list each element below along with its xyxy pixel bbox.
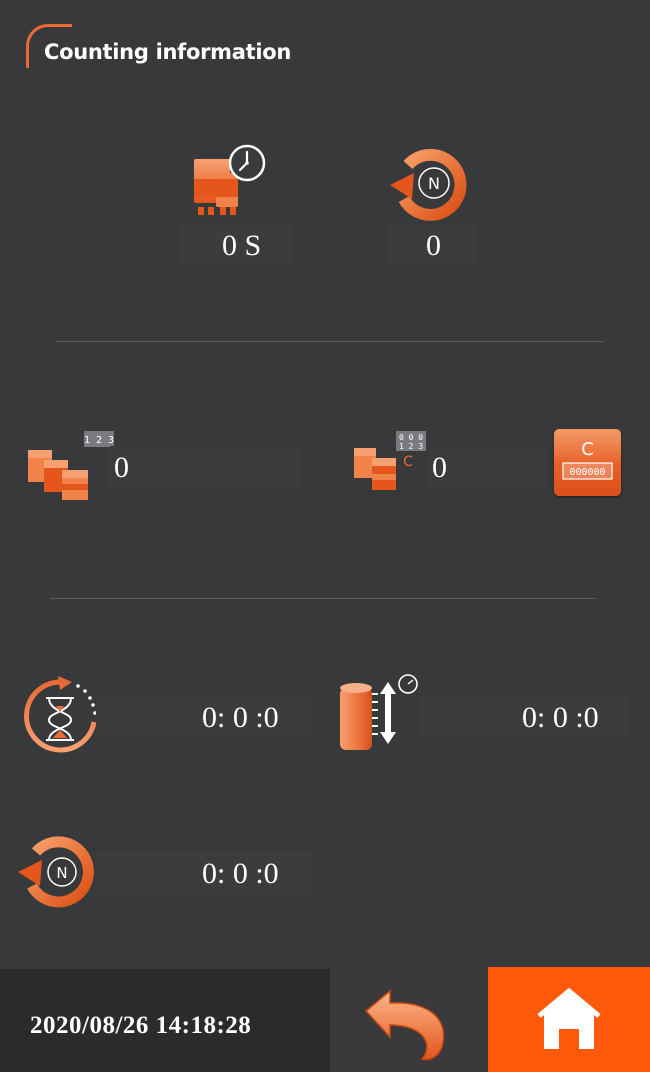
cycle-count-field: 0 xyxy=(388,224,478,266)
home-button[interactable] xyxy=(488,967,650,1072)
run-time-field: 0: 0 :0 xyxy=(96,852,312,894)
film-roll-icon xyxy=(340,674,418,750)
back-button[interactable] xyxy=(350,985,460,1065)
home-icon xyxy=(537,987,601,1049)
divider xyxy=(56,341,604,342)
products-reset-counter-icon: 0 0 0 1 2 3 C xyxy=(354,431,426,490)
reset-glyph: C xyxy=(581,439,594,460)
product-resettable-field: 0 xyxy=(428,446,548,488)
svg-text:N: N xyxy=(428,174,440,193)
roll-time-field: 0: 0 :0 xyxy=(420,696,630,738)
products-counter-icon: 1 2 3 xyxy=(28,431,114,500)
svg-text:0 0 0: 0 0 0 xyxy=(399,433,423,442)
svg-text:C: C xyxy=(403,454,413,470)
roll-time-value: 0: 0 :0 xyxy=(522,701,599,734)
reset-counter-icon: C 000000 xyxy=(562,439,613,480)
run-time-value: 0: 0 :0 xyxy=(202,857,279,890)
svg-text:1 2 3: 1 2 3 xyxy=(399,442,423,451)
countdown-time-value: 0: 0 :0 xyxy=(202,701,279,734)
reset-digits: 000000 xyxy=(569,467,605,478)
run-time-cycle-icon: N xyxy=(18,836,94,908)
product-total-value: 0 xyxy=(114,451,129,484)
back-arrow-icon xyxy=(364,989,445,1061)
cycle-time-field: 0 S xyxy=(180,224,292,266)
countdown-time-field: 0: 0 :0 xyxy=(96,696,312,738)
cycle-time-value: 0 S xyxy=(222,229,262,262)
divider xyxy=(50,598,596,599)
hourglass-timer-icon xyxy=(24,676,97,753)
reset-counter-button[interactable]: C 000000 xyxy=(554,429,621,496)
svg-text:1 2 3: 1 2 3 xyxy=(84,435,114,446)
svg-text:N: N xyxy=(56,864,67,882)
counting-panel: Counting information 0 S N 0 1 2 3 0 0 0… xyxy=(0,0,650,967)
page-title: Counting information xyxy=(44,40,292,64)
cycle-n-icon: N xyxy=(390,148,467,221)
product-resettable-value: 0 xyxy=(432,451,447,484)
product-total-field: 0 xyxy=(110,446,300,488)
datetime-text: 2020/08/26 14:18:28 xyxy=(30,1012,252,1039)
cycle-count-value: 0 xyxy=(426,229,441,262)
machine-clock-icon xyxy=(194,144,266,215)
page-header: Counting information xyxy=(26,24,316,68)
